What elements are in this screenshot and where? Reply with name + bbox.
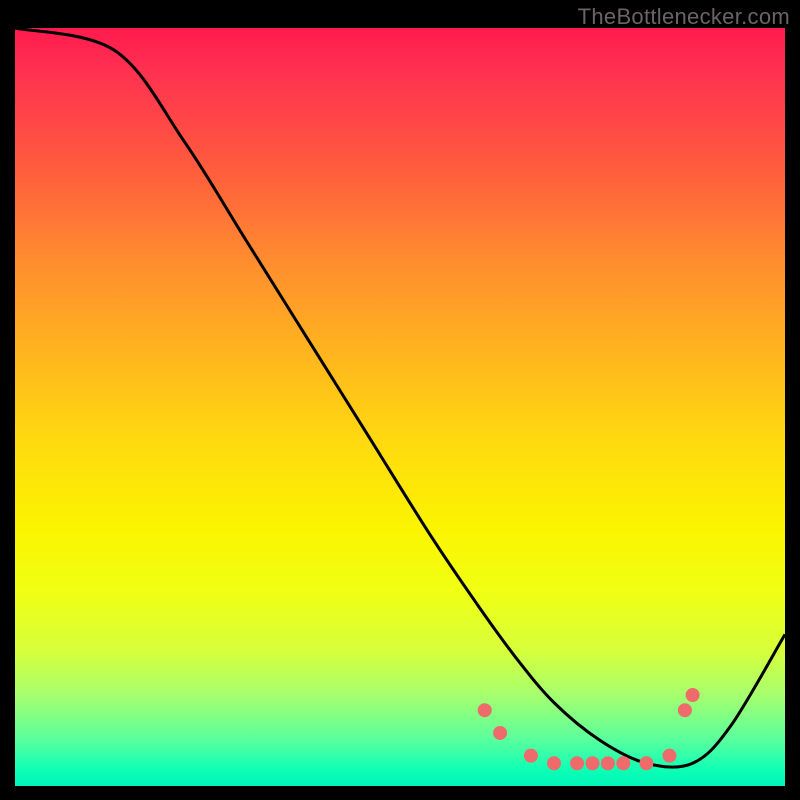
marker-dot xyxy=(493,726,507,740)
marker-dot xyxy=(663,749,677,763)
plot-area xyxy=(15,28,785,786)
chart-frame: TheBottlenecker.com xyxy=(0,0,800,800)
marker-dot xyxy=(547,756,561,770)
watermark-text: TheBottlenecker.com xyxy=(578,4,790,30)
marker-dots xyxy=(478,688,700,770)
marker-dot xyxy=(639,756,653,770)
marker-dot xyxy=(678,703,692,717)
chart-svg xyxy=(15,28,785,786)
curve-line xyxy=(15,28,785,767)
marker-dot xyxy=(586,756,600,770)
bottleneck-curve-path xyxy=(15,28,785,767)
marker-dot xyxy=(478,703,492,717)
marker-dot xyxy=(601,756,615,770)
marker-dot xyxy=(686,688,700,702)
marker-dot xyxy=(616,756,630,770)
marker-dot xyxy=(524,749,538,763)
marker-dot xyxy=(570,756,584,770)
